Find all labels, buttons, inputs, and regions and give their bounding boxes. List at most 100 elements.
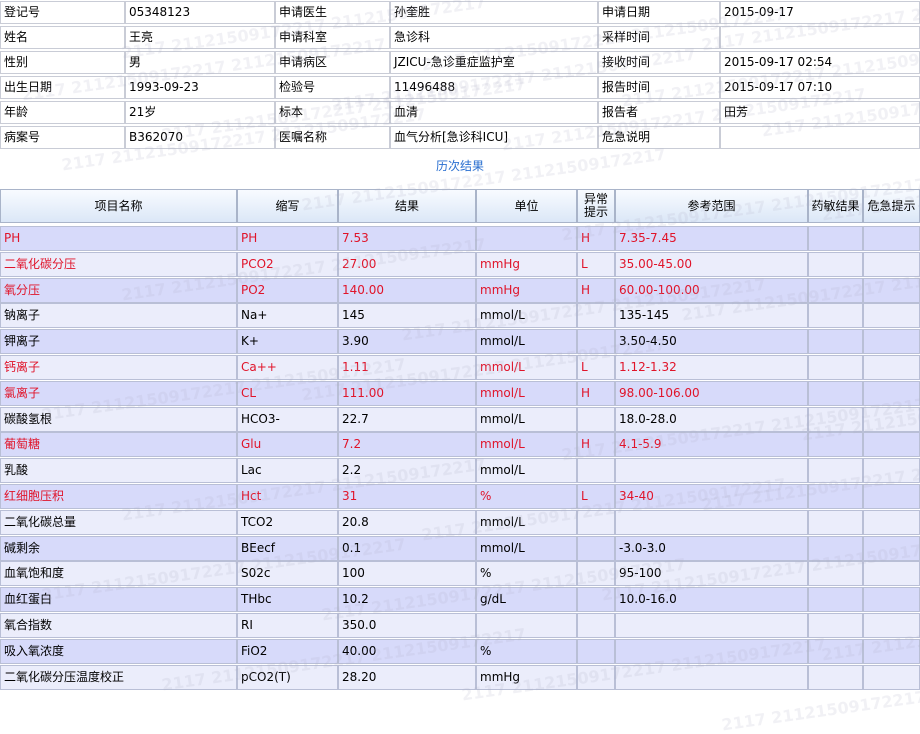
cell-range: 18.0-28.0 [615, 406, 808, 432]
cell-name: 钾离子 [0, 329, 237, 355]
cell-range: 4.1-5.9 [615, 432, 808, 458]
table-row[interactable]: 红细胞压积 Hct 31% L 34-40 [0, 484, 920, 509]
col-header-unit[interactable]: 单位 [476, 189, 577, 223]
table-row[interactable]: 吸入氧浓度 FiO2 40.00% [0, 638, 920, 664]
cell-name: PH [0, 226, 237, 251]
cell-abbr: Lac [237, 458, 338, 484]
table-row[interactable]: 二氧化碳分压温度校正 pCO2(T) 28.20 mmHg [0, 664, 920, 690]
cell-critical [863, 484, 920, 509]
cell-abbr: TCO2 [237, 509, 338, 535]
info-value: 男 [125, 51, 275, 74]
cell-range: 135-145 [615, 303, 808, 329]
col-header-flag[interactable]: 异常 提示 [577, 189, 615, 223]
cell-critical [863, 355, 920, 380]
cell-drug [808, 509, 863, 535]
history-results-link[interactable]: 历次结果 [0, 152, 920, 180]
cell-name: 钠离子 [0, 303, 237, 329]
col-header-critical[interactable]: 危急提示 [863, 189, 920, 223]
cell-name: 乳酸 [0, 458, 237, 484]
table-row[interactable]: 乳酸 Lac 2.2 mmol/L [0, 458, 920, 484]
cell-critical [863, 277, 920, 303]
info-label: 姓名 [0, 26, 125, 49]
info-label: 年龄 [0, 101, 125, 124]
cell-drug [808, 664, 863, 690]
table-row[interactable]: 钾离子 K+ 3.90 mmol/L 3.50-4.50 [0, 329, 920, 355]
table-row[interactable]: PH PH 7.53 H 7.35-7.45 [0, 226, 920, 251]
cell-range: 60.00-100.00 [615, 277, 808, 303]
cell-abbr: Hct [237, 484, 338, 509]
cell-name: 二氧化碳总量 [0, 509, 237, 535]
col-header-abbr[interactable]: 缩写 [237, 189, 338, 223]
cell-result: 140.00 [338, 277, 476, 303]
cell-unit: mmHg [476, 251, 577, 277]
table-row[interactable]: 氧合指数 RI 350.0 [0, 613, 920, 638]
info-label: 危急说明 [598, 126, 720, 149]
cell-abbr: RI [237, 613, 338, 638]
cell-result: 2.2 [338, 458, 476, 484]
cell-drug [808, 535, 863, 561]
cell-flag: L [577, 484, 615, 509]
cell-critical [863, 303, 920, 329]
cell-critical [863, 226, 920, 251]
cell-flag [577, 458, 615, 484]
cell-flag [577, 664, 615, 690]
cell-range: 35.00-45.00 [615, 251, 808, 277]
table-row[interactable]: 二氧化碳总量 TCO2 20.8 mmol/L [0, 509, 920, 535]
cell-abbr: K+ [237, 329, 338, 355]
table-row[interactable]: 血氧饱和度 S02c 100% 95-100 [0, 561, 920, 587]
cell-result: 22.7 [338, 406, 476, 432]
cell-critical [863, 251, 920, 277]
table-row[interactable]: 氯离子 CL 111.00 mmol/L H 98.00-106.00 [0, 380, 920, 406]
cell-flag: H [577, 226, 615, 251]
cell-abbr: PH [237, 226, 338, 251]
col-header-name[interactable]: 项目名称 [0, 189, 237, 223]
table-row[interactable]: 碱剩余 BEecf 0.1 mmol/L -3.0-3.0 [0, 535, 920, 561]
cell-critical [863, 664, 920, 690]
cell-result: 111.00 [338, 380, 476, 406]
cell-drug [808, 587, 863, 613]
col-header-drug[interactable]: 药敏结果 [808, 189, 863, 223]
table-row[interactable]: 钙离子 Ca++ 1.11 mmol/L L 1.12-1.32 [0, 355, 920, 380]
table-row[interactable]: 二氧化碳分压 PCO2 27.00 mmHg L 35.00-45.00 [0, 251, 920, 277]
info-value: 2015-09-17 02:54 [720, 51, 920, 74]
cell-unit [476, 613, 577, 638]
table-row[interactable]: 钠离子 Na+ 145 mmol/L 135-145 [0, 303, 920, 329]
cell-name: 血红蛋白 [0, 587, 237, 613]
cell-drug [808, 277, 863, 303]
cell-name: 氧分压 [0, 277, 237, 303]
patient-info-panel: 登记号 05348123 申请医生 孙奎胜 申请日期 2015-09-17 姓名 王亮 申请科室… [0, 0, 920, 150]
cell-result: 7.2 [338, 432, 476, 458]
cell-flag [577, 509, 615, 535]
cell-abbr: PCO2 [237, 251, 338, 277]
col-header-result[interactable]: 结果 [338, 189, 476, 223]
cell-abbr: Ca++ [237, 355, 338, 380]
cell-result: 0.1 [338, 535, 476, 561]
col-header-range[interactable]: 参考范围 [615, 189, 808, 223]
table-row[interactable]: 血红蛋白 THbc 10.2 g/dL 10.0-16.0 [0, 587, 920, 613]
table-row[interactable]: 葡萄糖 Glu 7.2 mmol/L H 4.1-5.9 [0, 432, 920, 458]
cell-drug [808, 226, 863, 251]
info-value: 1993-09-23 [125, 76, 275, 99]
cell-drug [808, 251, 863, 277]
info-label: 标本 [275, 101, 390, 124]
cell-flag: H [577, 380, 615, 406]
cell-drug [808, 613, 863, 638]
cell-drug [808, 303, 863, 329]
info-label: 申请医生 [275, 1, 390, 24]
cell-flag [577, 406, 615, 432]
info-label: 采样时间 [598, 26, 720, 49]
cell-range [615, 638, 808, 664]
table-row[interactable]: 碳酸氢根 HCO3- 22.7 mmol/L 18.0-28.0 [0, 406, 920, 432]
cell-unit: % [476, 484, 577, 509]
table-row[interactable]: 氧分压 PO2 140.00 mmHg H 60.00-100.00 [0, 277, 920, 303]
cell-flag [577, 587, 615, 613]
cell-unit: % [476, 561, 577, 587]
cell-range [615, 664, 808, 690]
cell-abbr: BEecf [237, 535, 338, 561]
info-label: 申请科室 [275, 26, 390, 49]
cell-critical [863, 613, 920, 638]
info-value: 2015-09-17 [720, 1, 920, 24]
cell-range: 7.35-7.45 [615, 226, 808, 251]
cell-result: 20.8 [338, 509, 476, 535]
info-value: 05348123 [125, 1, 275, 24]
